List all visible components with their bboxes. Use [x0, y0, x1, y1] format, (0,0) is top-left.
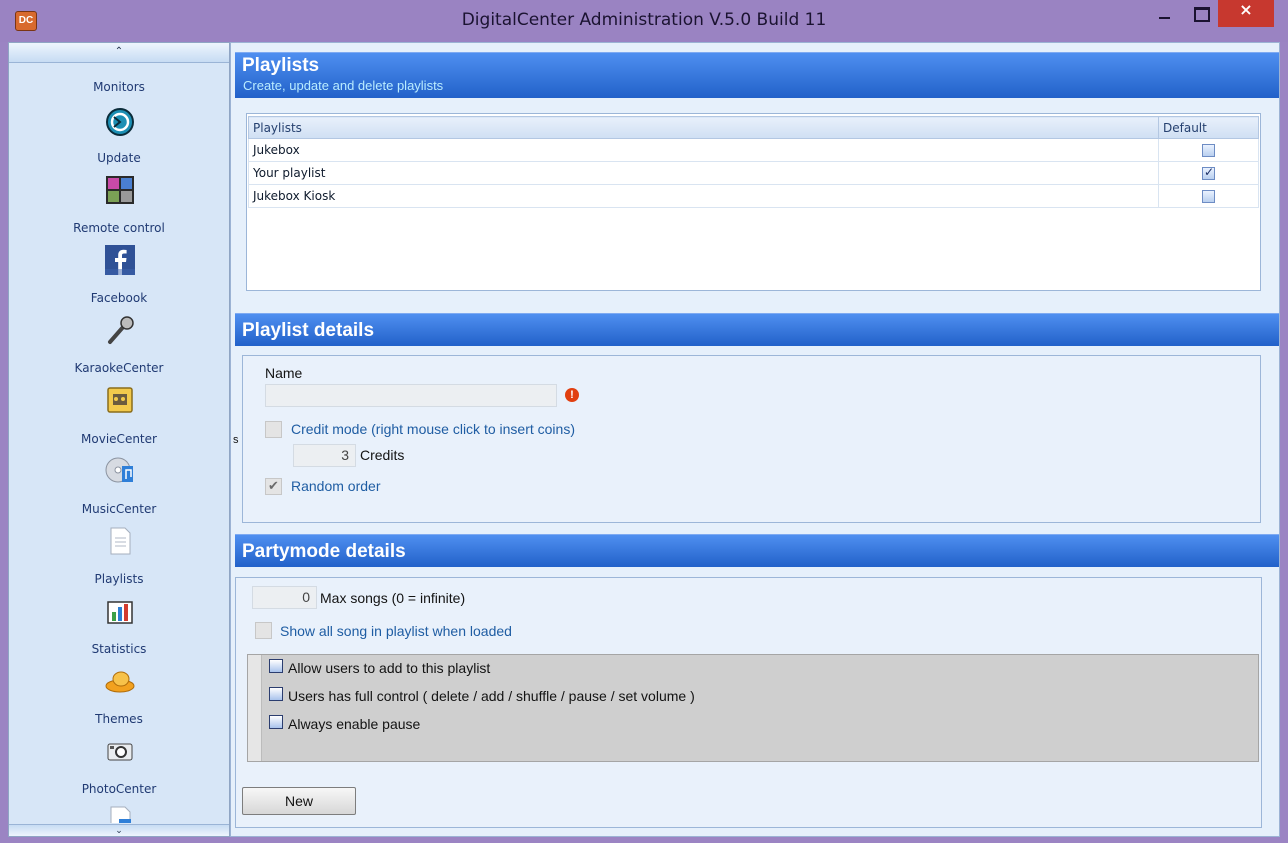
- playlist-name-cell[interactable]: Jukebox: [248, 138, 1159, 162]
- document-icon[interactable]: [105, 526, 135, 556]
- column-header-playlists[interactable]: Playlists: [248, 116, 1159, 139]
- stray-char: s: [233, 434, 239, 446]
- camera-icon[interactable]: [105, 736, 135, 766]
- sidebar-item-themes[interactable]: Themes: [9, 712, 229, 726]
- name-input[interactable]: [265, 384, 557, 407]
- update-icon[interactable]: [105, 107, 135, 137]
- playlist-details-title: Playlist details: [242, 320, 375, 341]
- playlists-header: Playlists Create, update and delete play…: [235, 52, 1279, 98]
- maximize-button[interactable]: [1183, 0, 1217, 28]
- table-row[interactable]: Jukebox Kiosk: [248, 184, 1259, 208]
- sidebar-scroll-up-button[interactable]: ⌃: [9, 43, 229, 63]
- default-checkbox[interactable]: [1202, 165, 1215, 180]
- playlist-details-panel: [242, 355, 1261, 523]
- default-cell[interactable]: [1158, 161, 1259, 185]
- playlists-title: Playlists: [242, 55, 320, 76]
- theme-hat-icon[interactable]: [105, 666, 135, 696]
- random-order-checkbox[interactable]: [265, 478, 282, 495]
- playlist-name-cell[interactable]: Your playlist: [248, 161, 1159, 185]
- window-title: DigitalCenter Administration V.5.0 Build…: [461, 10, 827, 30]
- table-row[interactable]: Jukebox: [248, 138, 1259, 162]
- sidebar-item-photocenter[interactable]: PhotoCenter: [9, 782, 229, 796]
- sidebar-item-facebook[interactable]: Facebook: [9, 291, 229, 305]
- next-item-icon[interactable]: [105, 805, 135, 823]
- permissions-strip: [248, 655, 262, 761]
- random-order-label[interactable]: Random order: [291, 478, 381, 494]
- credit-mode-label[interactable]: Credit mode (right mouse click to insert…: [291, 421, 575, 437]
- default-checkbox[interactable]: [1202, 144, 1215, 157]
- sidebar-item-monitors[interactable]: Monitors: [9, 80, 229, 94]
- close-button[interactable]: ×: [1218, 0, 1274, 27]
- name-label: Name: [265, 365, 303, 381]
- show-all-checkbox[interactable]: [255, 622, 272, 639]
- sidebar-item-musiccenter[interactable]: MusicCenter: [9, 502, 229, 516]
- allow-add-label[interactable]: Allow users to add to this playlist: [288, 660, 490, 676]
- partymode-details-title: Partymode details: [242, 541, 406, 562]
- default-cell[interactable]: [1158, 138, 1259, 162]
- full-control-checkbox[interactable]: [269, 687, 283, 701]
- playlists-subtitle: Create, update and delete playlists: [243, 78, 444, 93]
- error-icon: !: [565, 388, 579, 402]
- minimize-button[interactable]: [1148, 0, 1182, 28]
- bar-chart-icon[interactable]: [105, 596, 135, 626]
- sidebar-item-update[interactable]: Update: [9, 151, 229, 165]
- facebook-icon[interactable]: [105, 245, 135, 275]
- sidebar-item-moviecenter[interactable]: MovieCenter: [9, 432, 229, 446]
- sidebar-item-playlists[interactable]: Playlists: [9, 572, 229, 586]
- sidebar-scroll-down-button[interactable]: ⌄: [9, 824, 229, 836]
- film-icon[interactable]: [105, 385, 135, 415]
- partymode-details-header: Partymode details: [235, 534, 1279, 567]
- max-songs-input[interactable]: 0: [252, 586, 317, 609]
- playlists-table: Playlists Default Jukebox Your playlist …: [248, 116, 1259, 208]
- full-control-label[interactable]: Users has full control ( delete / add / …: [288, 688, 695, 704]
- microphone-icon[interactable]: [105, 315, 135, 345]
- music-cd-icon[interactable]: [105, 456, 135, 486]
- default-cell[interactable]: [1158, 184, 1259, 208]
- table-row[interactable]: Your playlist: [248, 161, 1259, 185]
- sidebar-item-karaokecenter[interactable]: KaraokeCenter: [9, 361, 229, 375]
- playlist-details-header: Playlist details: [235, 313, 1279, 346]
- credits-input[interactable]: 3: [293, 444, 356, 467]
- credit-mode-checkbox[interactable]: [265, 421, 282, 438]
- sidebar: ⌃ Monitors Update Remote control Faceboo…: [8, 42, 230, 837]
- always-pause-checkbox[interactable]: [269, 715, 283, 729]
- sidebar-item-remote-control[interactable]: Remote control: [9, 221, 229, 235]
- column-header-default[interactable]: Default: [1158, 116, 1259, 139]
- playlist-name-cell[interactable]: Jukebox Kiosk: [248, 184, 1159, 208]
- credits-label: Credits: [360, 447, 405, 463]
- show-all-label[interactable]: Show all song in playlist when loaded: [280, 623, 512, 639]
- allow-add-checkbox[interactable]: [269, 659, 283, 673]
- sidebar-item-statistics[interactable]: Statistics: [9, 642, 229, 656]
- title-bar: DC DigitalCenter Administration V.5.0 Bu…: [0, 0, 1288, 42]
- always-pause-label[interactable]: Always enable pause: [288, 716, 420, 732]
- new-button[interactable]: New: [242, 787, 356, 815]
- default-checkbox[interactable]: [1202, 190, 1215, 203]
- max-songs-label: Max songs (0 = infinite): [320, 590, 466, 606]
- remote-control-icon[interactable]: [105, 175, 135, 205]
